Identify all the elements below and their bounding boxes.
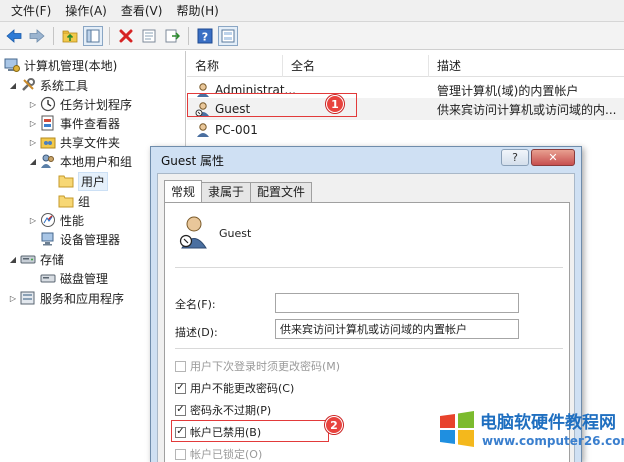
device-manager-icon [41, 232, 54, 246]
user-description-cell: 管理计算机(域)的内置帐户 [437, 83, 579, 98]
show-tree-icon[interactable] [83, 25, 103, 46]
checkbox-cannot-change-password[interactable]: ✓ 用户不能更改密码(C) [175, 380, 294, 396]
tree-item-performance[interactable]: ▷ 性能 [28, 210, 84, 230]
clock-icon [40, 96, 56, 112]
tree-item-groups[interactable]: 组 [58, 191, 90, 211]
tree-item-task-scheduler[interactable]: ▷ 任务计划程序 [28, 94, 132, 114]
folder-icon [58, 195, 74, 208]
expanded-arrow-icon[interactable]: ◢ [8, 255, 18, 264]
view-icon[interactable] [218, 25, 238, 46]
list-header: 名称 全名 描述 [187, 55, 624, 77]
collapsed-arrow-icon[interactable]: ▷ [28, 100, 38, 109]
toolbar-separator [188, 26, 189, 45]
column-header-description[interactable]: 描述 [429, 55, 624, 77]
computer-management-icon [4, 58, 20, 72]
tree-item-event-viewer[interactable]: ▷ 事件查看器 [28, 113, 120, 133]
description-label: 描述(D): [175, 326, 218, 339]
up-folder-icon[interactable] [60, 26, 80, 46]
menu-action[interactable]: 操作(A) [58, 0, 114, 22]
tree-item-local-users-groups[interactable]: ◢ 本地用户和组 [28, 151, 132, 171]
tree-item-system-tools[interactable]: ◢ 系统工具 [8, 75, 88, 95]
description-input[interactable] [275, 319, 519, 339]
dialog-title: Guest 属性 [161, 154, 225, 168]
storage-icon [20, 255, 36, 264]
tree-item-device-manager[interactable]: 设备管理器 [40, 229, 120, 249]
expanded-arrow-icon[interactable]: ◢ [28, 157, 38, 166]
services-icon [20, 291, 35, 305]
watermark-url: www.computer26.com [482, 434, 624, 448]
tools-icon [22, 78, 35, 91]
fullname-input[interactable] [275, 293, 519, 313]
collapsed-arrow-icon[interactable]: ▷ [28, 138, 38, 147]
step-badge-2: 2 [325, 416, 343, 434]
guest-user-icon [179, 216, 207, 249]
fullname-label: 全名(F): [175, 298, 216, 311]
tree-item-storage[interactable]: ◢ 存储 [8, 249, 64, 269]
watermark: 电脑软硬件教程网 www.computer26.com [434, 404, 624, 462]
tab-member-of[interactable]: 隶属于 [201, 182, 252, 202]
column-header-name[interactable]: 名称 [187, 55, 283, 77]
performance-icon [41, 213, 55, 227]
menu-bar: 文件(F) 操作(A) 查看(V) 帮助(H) [0, 0, 624, 22]
step-badge-1: 1 [326, 95, 344, 113]
tree-item-root[interactable]: 计算机管理(本地) [4, 55, 117, 75]
divider [175, 348, 563, 349]
tree-item-shared-folders[interactable]: ▷ 共享文件夹 [28, 132, 120, 152]
tab-general[interactable]: 常规 [164, 180, 203, 202]
tree-item-users[interactable]: 用户 [58, 171, 109, 191]
dialog-help-button[interactable]: ? [501, 149, 529, 166]
svg-text:?: ? [202, 30, 208, 43]
user-description-cell: 供来宾访问计算机或访问域的内... [437, 102, 617, 117]
menu-help[interactable]: 帮助(H) [169, 0, 225, 22]
watermark-title: 电脑软硬件教程网 [480, 413, 616, 433]
help-icon[interactable]: ? [195, 26, 215, 46]
dialog-tabs: 常规 隶属于 配置文件 [164, 180, 313, 202]
toolbar-separator [109, 26, 110, 45]
menu-file[interactable]: 文件(F) [4, 0, 58, 22]
event-viewer-icon [41, 115, 54, 131]
checkbox-box[interactable] [175, 360, 186, 372]
shared-folder-icon [40, 137, 56, 149]
forward-arrow-icon[interactable] [27, 26, 47, 46]
toolbar-separator [53, 26, 54, 45]
account-disabled-highlight-box [171, 420, 329, 442]
properties-icon[interactable] [139, 26, 159, 46]
checkbox-box[interactable]: ✓ [175, 382, 186, 394]
collapsed-arrow-icon[interactable]: ▷ [8, 294, 18, 303]
checkbox-password-never-expires[interactable]: ✓ 密码永不过期(P) [175, 402, 271, 418]
collapsed-arrow-icon[interactable]: ▷ [28, 216, 38, 225]
user-icon [197, 123, 209, 137]
dialog-username: Guest [219, 227, 252, 240]
menu-view[interactable]: 查看(V) [114, 0, 170, 22]
table-row[interactable]: PC-001 [187, 119, 624, 141]
windows-logo-icon [440, 411, 474, 447]
dialog-close-button[interactable]: ✕ [531, 149, 575, 166]
users-group-icon [41, 154, 54, 168]
expanded-arrow-icon[interactable]: ◢ [8, 81, 18, 90]
checkbox-account-locked[interactable]: 帐户已锁定(O) [175, 446, 262, 462]
divider [175, 267, 563, 268]
checkbox-box[interactable]: ✓ [175, 404, 186, 416]
column-header-fullname[interactable]: 全名 [283, 55, 429, 77]
user-name-cell: PC-001 [195, 122, 258, 138]
checkbox-must-change-password[interactable]: 用户下次登录时须更改密码(M) [175, 358, 340, 374]
checkbox-box[interactable] [175, 448, 186, 460]
delete-icon[interactable] [116, 26, 136, 46]
back-arrow-icon[interactable] [4, 26, 24, 46]
tree-item-services-applications[interactable]: ▷ 服务和应用程序 [8, 288, 124, 308]
disk-icon [40, 274, 56, 283]
export-icon[interactable] [162, 26, 182, 46]
collapsed-arrow-icon[interactable]: ▷ [28, 119, 38, 128]
toolbar: ? [0, 22, 624, 50]
tab-profile[interactable]: 配置文件 [250, 182, 313, 202]
folder-icon [58, 175, 74, 188]
tree-item-disk-management[interactable]: 磁盘管理 [40, 268, 108, 288]
